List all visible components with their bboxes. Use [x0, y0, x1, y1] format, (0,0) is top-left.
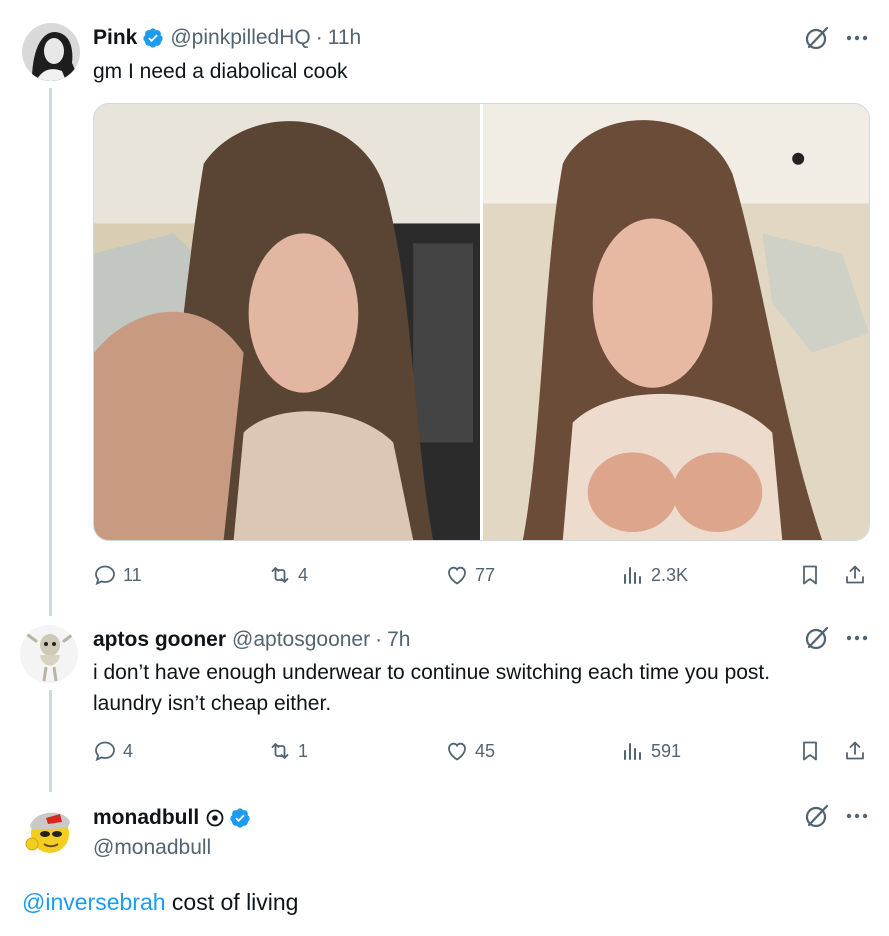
thread-line	[49, 88, 52, 616]
share-icon	[846, 741, 864, 760]
views-icon	[624, 743, 641, 760]
share-button[interactable]	[843, 736, 867, 766]
avatar[interactable]	[20, 800, 78, 858]
bookmark-button[interactable]	[798, 736, 822, 766]
tweet-header: aptos gooner @aptosgooner · 7h	[93, 627, 410, 653]
tweet-header: Pink @pinkpilledHQ · 11h	[93, 25, 361, 51]
views-icon	[624, 567, 641, 584]
more-icon[interactable]	[844, 25, 870, 51]
tweet-text: i don’t have enough underwear to continu…	[93, 657, 770, 719]
circle-dot-badge-icon	[205, 808, 225, 828]
repost-count: 4	[298, 564, 309, 585]
bookmark-button[interactable]	[798, 560, 822, 590]
verified-badge-icon	[229, 807, 251, 829]
verified-badge-icon	[142, 27, 164, 49]
separator-dot: ·	[315, 26, 323, 49]
tweet-top-actions	[804, 625, 870, 651]
thread-line	[49, 690, 52, 792]
repost-icon	[271, 743, 289, 759]
reply-icon	[95, 565, 115, 586]
display-name[interactable]: monadbull	[93, 805, 199, 831]
like-button[interactable]: 77	[445, 560, 495, 590]
user-handle-line: @monadbull	[93, 835, 211, 861]
views-count: 591	[651, 740, 682, 761]
display-name[interactable]: Pink	[93, 25, 137, 51]
timestamp[interactable]: 11h	[328, 25, 361, 51]
tweet-actions: 4 1 45 591	[93, 736, 870, 766]
views-count: 2.3K	[651, 564, 689, 585]
mention-link[interactable]: @inversebrah	[22, 889, 166, 915]
user-handle[interactable]: @monadbull	[93, 835, 211, 861]
more-icon[interactable]	[844, 803, 870, 829]
tweet-text-line: laundry isn’t cheap either.	[93, 692, 332, 715]
like-count: 45	[475, 740, 496, 761]
tweet-header: monadbull	[93, 805, 251, 831]
like-icon	[448, 566, 466, 585]
user-handle[interactable]: @pinkpilledHQ	[170, 25, 310, 51]
share-button[interactable]	[843, 560, 867, 590]
like-button[interactable]: 45	[445, 736, 495, 766]
tweet-top-actions	[804, 25, 870, 51]
bookmark-icon	[803, 741, 817, 761]
views-button[interactable]: 2.3K	[621, 560, 688, 590]
more-icon[interactable]	[844, 625, 870, 651]
tweet-text: gm I need a diabolical cook	[93, 60, 348, 83]
avatar[interactable]	[22, 23, 80, 81]
separator-dot: ·	[375, 628, 383, 651]
share-icon	[846, 565, 864, 584]
tweet-text-body: cost of living	[165, 889, 299, 915]
reply-count: 4	[123, 740, 134, 761]
repost-count: 1	[298, 740, 309, 761]
tweet-photo-1[interactable]	[94, 104, 480, 540]
grok-icon[interactable]	[804, 25, 830, 51]
repost-button[interactable]: 1	[268, 736, 308, 766]
media-grid	[93, 103, 870, 541]
repost-icon	[271, 567, 289, 583]
display-name[interactable]: aptos gooner	[93, 627, 226, 653]
timestamp[interactable]: 7h	[387, 627, 410, 653]
reply-count: 11	[123, 564, 142, 585]
repost-button[interactable]: 4	[268, 560, 308, 590]
tweet-top-actions	[804, 803, 870, 829]
grok-icon[interactable]	[804, 803, 830, 829]
tweet-text-line: i don’t have enough underwear to continu…	[93, 661, 771, 684]
grok-icon[interactable]	[804, 625, 830, 651]
tweet-text: @inversebrah cost of living	[22, 886, 298, 918]
views-button[interactable]: 591	[621, 736, 681, 766]
avatar[interactable]	[20, 625, 78, 683]
like-count: 77	[475, 564, 496, 585]
reply-icon	[95, 741, 115, 762]
reply-button[interactable]: 11	[93, 560, 142, 590]
tweet-photo-2[interactable]	[483, 104, 869, 540]
bookmark-icon	[803, 565, 817, 585]
like-icon	[448, 742, 466, 761]
reply-button[interactable]: 4	[93, 736, 133, 766]
user-handle[interactable]: @aptosgooner	[232, 627, 370, 653]
tweet-actions: 11 4 77 2.3K	[93, 560, 870, 590]
